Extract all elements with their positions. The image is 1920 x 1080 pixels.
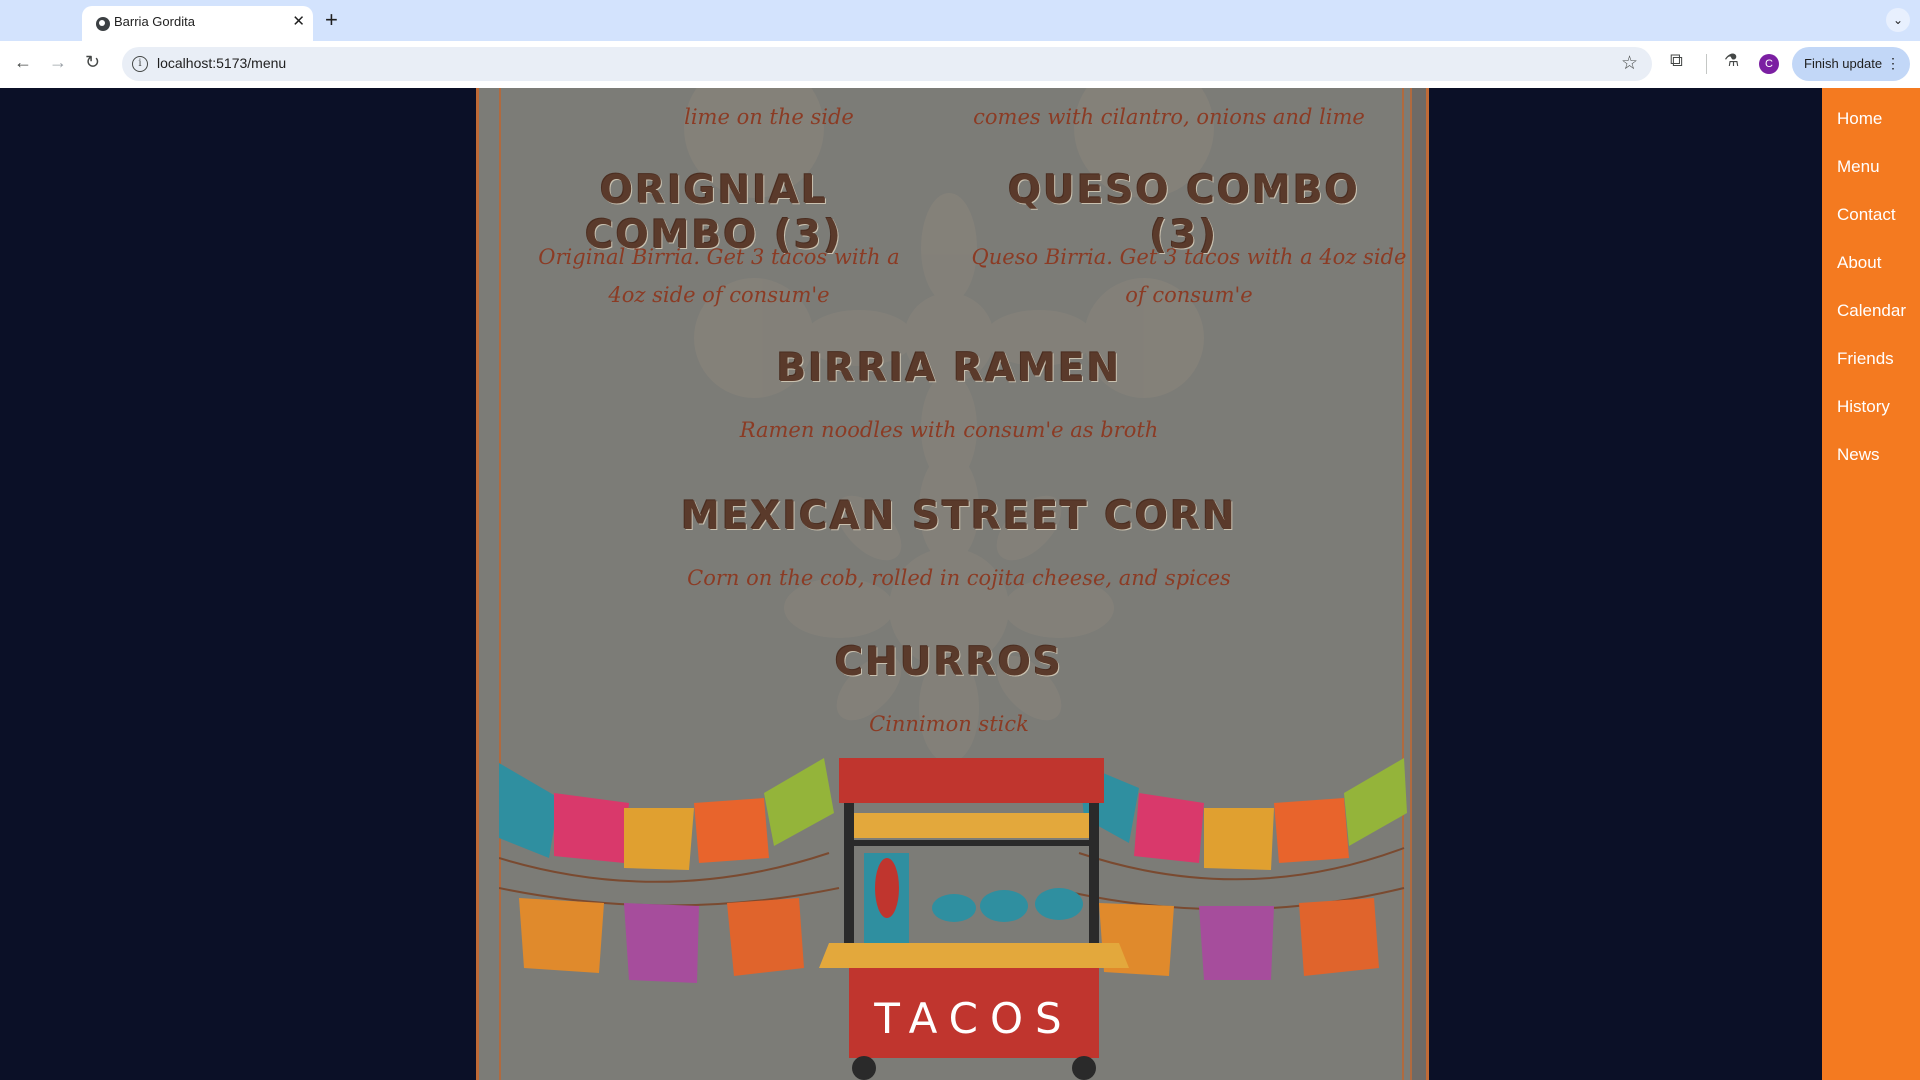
menu-item-desc-churros: Cinnimon stick <box>869 712 1029 736</box>
taco-cart-illustration: TACOS <box>499 758 1407 1080</box>
extensions-puzzle-icon[interactable]: ⧉ <box>1670 50 1683 71</box>
nav-link-contact[interactable]: Contact <box>1837 205 1896 225</box>
address-bar[interactable]: i localhost:5173/menu ☆ <box>122 47 1652 81</box>
papel-picado-flags-left-upper <box>499 758 834 870</box>
browser-toolbar: ← → ↻ i localhost:5173/menu ☆ ⧉ ⚗ C Fini… <box>0 41 1920 88</box>
nav-link-news[interactable]: News <box>1837 445 1880 465</box>
labs-flask-icon[interactable]: ⚗ <box>1724 51 1739 71</box>
item-description-partial-left: lime on the side <box>684 105 854 129</box>
page-viewport: lime on the side comes with cilantro, on… <box>0 88 1920 1080</box>
profile-avatar[interactable]: C <box>1759 54 1779 74</box>
nav-link-calendar[interactable]: Calendar <box>1837 301 1906 321</box>
more-vertical-icon[interactable]: ⋮ <box>1886 55 1900 72</box>
browser-tab-bar: Barria Gordita ✕ + ⌄ <box>0 0 1920 41</box>
close-tab-icon[interactable]: ✕ <box>292 12 305 30</box>
reload-icon[interactable]: ↻ <box>85 52 100 73</box>
menu-item-title-birria-ramen: BIRRIA RAMEN <box>776 346 1122 391</box>
finish-update-label: Finish update <box>1804 56 1883 71</box>
menu-item-desc-street-corn: Corn on the cob, rolled in cojita cheese… <box>687 566 1231 590</box>
papel-picado-flags-right-upper <box>1079 758 1407 870</box>
bookmark-star-icon[interactable]: ☆ <box>1621 52 1638 75</box>
back-arrow-icon[interactable]: ← <box>14 52 32 73</box>
site-info-icon[interactable]: i <box>132 56 148 72</box>
forward-arrow-icon[interactable]: → <box>49 52 67 73</box>
nav-link-home[interactable]: Home <box>1837 109 1882 129</box>
browser-tab[interactable]: Barria Gordita ✕ <box>82 6 313 41</box>
sidebar-nav: Home Menu Contact About Calendar Friends… <box>1822 88 1920 1080</box>
finish-update-button[interactable]: Finish update ⋮ <box>1792 47 1910 81</box>
menu-card: lime on the side comes with cilantro, on… <box>476 88 1429 1080</box>
cart-sign-text: TACOS <box>873 994 1073 1043</box>
menu-item-title-street-corn: MEXICAN STREET CORN <box>681 494 1237 539</box>
new-tab-button[interactable]: + <box>325 7 338 33</box>
card-edge <box>1410 88 1426 1080</box>
nav-link-about[interactable]: About <box>1837 253 1881 273</box>
tab-title: Barria Gordita <box>114 14 195 29</box>
nav-link-friends[interactable]: Friends <box>1837 349 1894 369</box>
item-description-partial-right: comes with cilantro, onions and lime <box>973 105 1365 129</box>
nav-link-history[interactable]: History <box>1837 397 1890 417</box>
menu-item-desc-birria-ramen: Ramen noodles with consum'e as broth <box>739 418 1159 442</box>
menu-item-desc-orignial-combo: Original Birria. Get 3 tacos with a 4oz … <box>538 245 900 307</box>
tab-search-chevron-icon[interactable]: ⌄ <box>1886 8 1910 32</box>
menu-item-title-churros: CHURROS <box>834 640 1064 685</box>
toolbar-divider <box>1706 54 1707 74</box>
globe-icon <box>96 17 110 31</box>
menu-item-desc-queso-combo: Queso Birria. Get 3 tacos with a 4oz sid… <box>971 245 1407 307</box>
url-text[interactable]: localhost:5173/menu <box>157 55 286 71</box>
nav-link-menu[interactable]: Menu <box>1837 157 1880 177</box>
